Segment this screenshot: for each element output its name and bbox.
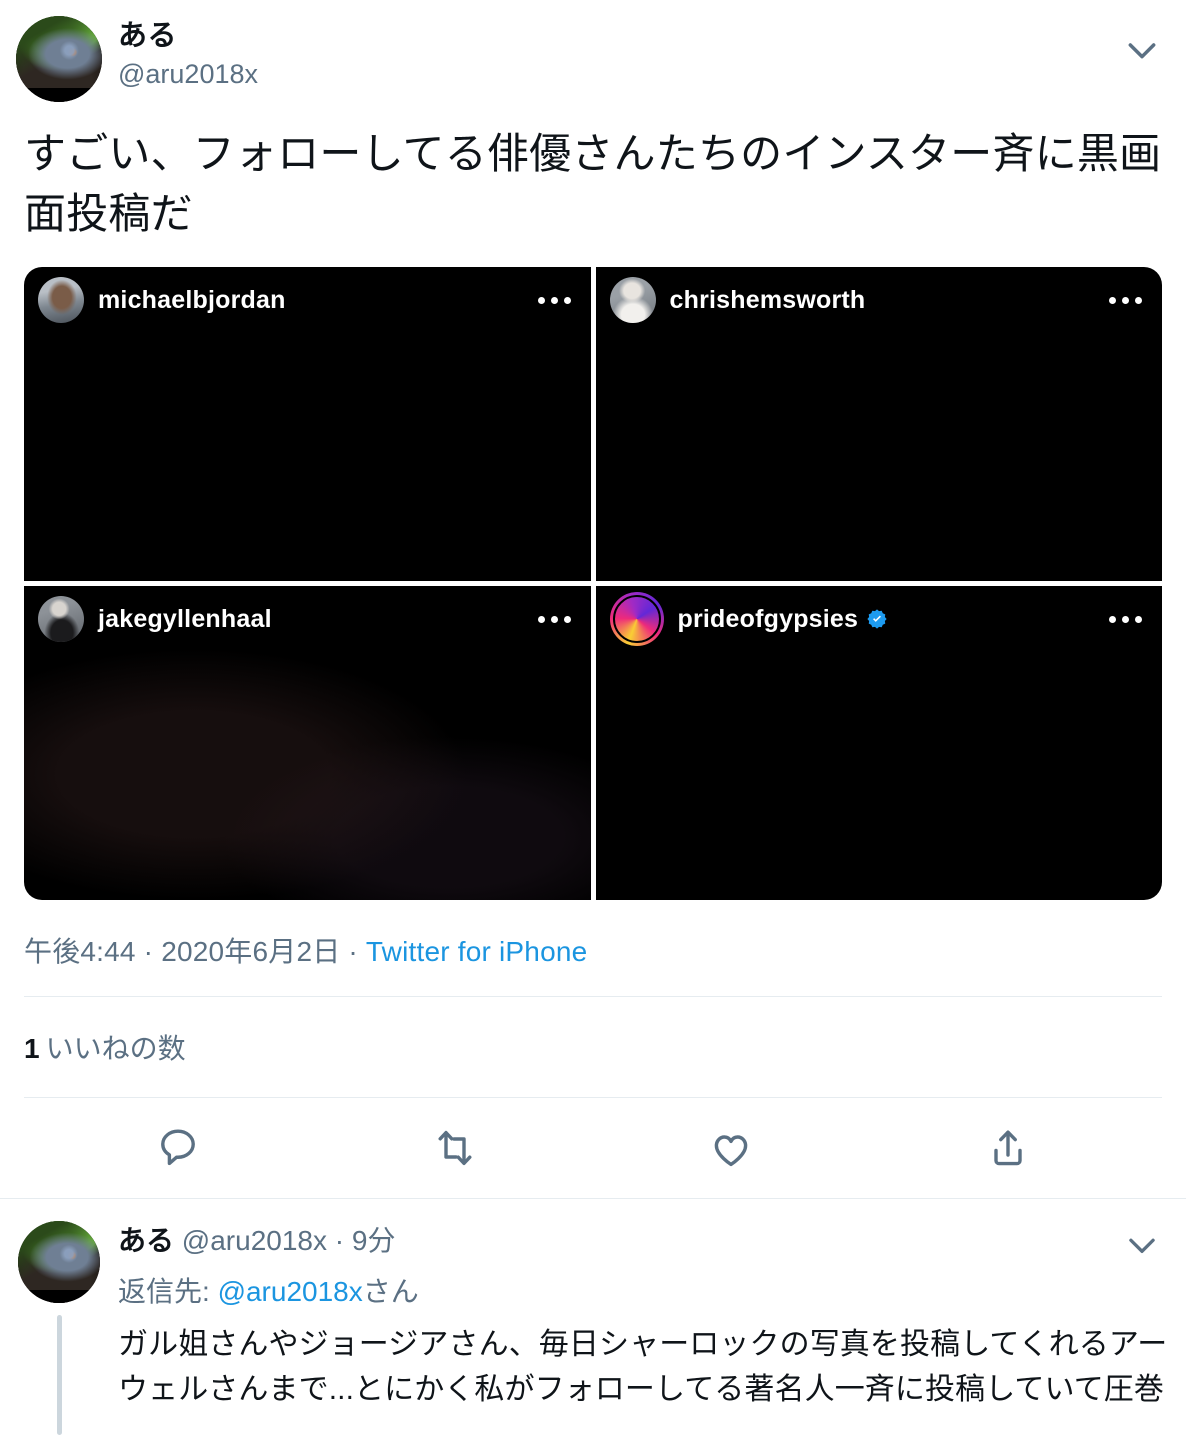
author-display-name[interactable]: ある [118, 20, 258, 53]
instagram-post-header: michaelbjordan [24, 267, 591, 333]
verified-badge-icon [866, 608, 888, 630]
instagram-username[interactable]: michaelbjordan [98, 286, 286, 315]
tweet-media-grid: michaelbjordan chrishemsworth jakegyllen… [24, 267, 1163, 901]
avatar-image [18, 1221, 100, 1304]
heart-icon [707, 1124, 755, 1172]
retweet-button[interactable] [317, 1124, 594, 1172]
instagram-username-text: prideofgypsies [677, 604, 859, 633]
instagram-post-card[interactable]: prideofgypsies [595, 586, 1163, 901]
tweet-source-link[interactable]: Twitter for iPhone [366, 936, 587, 967]
more-horizontal-icon[interactable] [1109, 615, 1144, 623]
instagram-avatar-image [609, 277, 656, 324]
more-horizontal-icon[interactable] [537, 296, 573, 304]
author-name-block: ある @aru2018x [118, 16, 258, 90]
instagram-username-text: michaelbjordan [98, 285, 286, 314]
chevron-down-icon [1122, 30, 1162, 70]
reply-button[interactable] [40, 1124, 317, 1172]
instagram-post-card[interactable]: chrishemsworth [595, 267, 1163, 582]
reply-icon [154, 1124, 202, 1172]
retweet-icon [431, 1124, 479, 1172]
reply-to-suffix: さん [362, 1275, 419, 1307]
avatar[interactable] [18, 1221, 100, 1304]
share-button[interactable] [870, 1124, 1147, 1172]
instagram-avatar [38, 596, 84, 643]
instagram-avatar-image [38, 596, 84, 643]
reply-author-line: ある @aru2018x · 9分 [118, 1223, 1170, 1259]
reply-text: ガル姐さんやジョージアさん、毎日シャーロックの写真を投稿してくれるアーウェルさん… [118, 1327, 1168, 1406]
reply-to-label: 返信先: [118, 1275, 218, 1307]
reply-time-separator: · [326, 1225, 352, 1257]
meta-separator-2: · [340, 936, 366, 968]
reply-to-line: 返信先: @aru2018xさん [118, 1270, 1170, 1310]
chevron-down-icon [1123, 1226, 1161, 1269]
avatar-image [16, 16, 102, 102]
instagram-username[interactable]: prideofgypsies [678, 605, 889, 634]
share-icon [984, 1124, 1032, 1172]
thread-connector-line [56, 1315, 62, 1436]
like-count-label: いいねの数 [45, 1033, 186, 1065]
reply-more-button[interactable] [1116, 1221, 1168, 1273]
instagram-story-ring[interactable] [609, 592, 664, 647]
tweet-date: 2020年6月2日 [161, 936, 341, 968]
instagram-avatar-image [38, 277, 84, 324]
tweet-text: すごい、フォローしてる俳優さんたちのインスター斉に黒画面投稿だ [24, 130, 1162, 237]
instagram-avatar [609, 277, 656, 324]
instagram-post-card[interactable]: michaelbjordan [24, 267, 591, 582]
reply-avatar-column [16, 1221, 102, 1436]
instagram-avatar [38, 277, 84, 324]
instagram-post-card[interactable]: jakegyllenhaal [24, 586, 591, 901]
instagram-username-text: jakegyllenhaal [98, 604, 272, 633]
tweet-time: 午後4:44 [24, 936, 136, 968]
instagram-username-text: chrishemsworth [669, 285, 866, 314]
tweet-action-bar [0, 1098, 1186, 1198]
reply-timestamp[interactable]: 9分 [352, 1225, 396, 1256]
more-horizontal-icon[interactable] [1109, 296, 1144, 304]
reply-tweet: ある @aru2018x · 9分 返信先: @aru2018xさん ガル姐さん… [0, 1199, 1186, 1436]
instagram-post-header: prideofgypsies [596, 586, 1163, 652]
more-horizontal-icon[interactable] [537, 615, 573, 623]
reply-display-name[interactable]: ある [118, 1225, 174, 1256]
reply-to-mention[interactable]: @aru2018x [218, 1276, 363, 1307]
instagram-avatar [612, 595, 661, 644]
meta-separator-1: · [135, 936, 162, 968]
tweet-more-button[interactable] [1114, 22, 1170, 78]
reply-handle[interactable]: @aru2018x [182, 1225, 327, 1256]
instagram-post-header: chrishemsworth [596, 267, 1163, 333]
tweet-meta: 午後4:44 · 2020年6月2日 · Twitter for iPhone [0, 900, 1186, 996]
author-handle[interactable]: @aru2018x [118, 59, 258, 90]
instagram-post-header: jakegyllenhaal [24, 586, 591, 652]
like-button[interactable] [593, 1124, 870, 1172]
like-count-value: 1 [24, 1033, 40, 1065]
instagram-username[interactable]: jakegyllenhaal [98, 605, 272, 634]
avatar[interactable] [16, 16, 102, 102]
instagram-username[interactable]: chrishemsworth [670, 286, 866, 315]
like-count-row[interactable]: 1 いいねの数 [0, 997, 1186, 1097]
reply-content: ある @aru2018x · 9分 返信先: @aru2018xさん ガル姐さん… [118, 1221, 1170, 1435]
tweet-header: ある @aru2018x [0, 0, 1186, 102]
